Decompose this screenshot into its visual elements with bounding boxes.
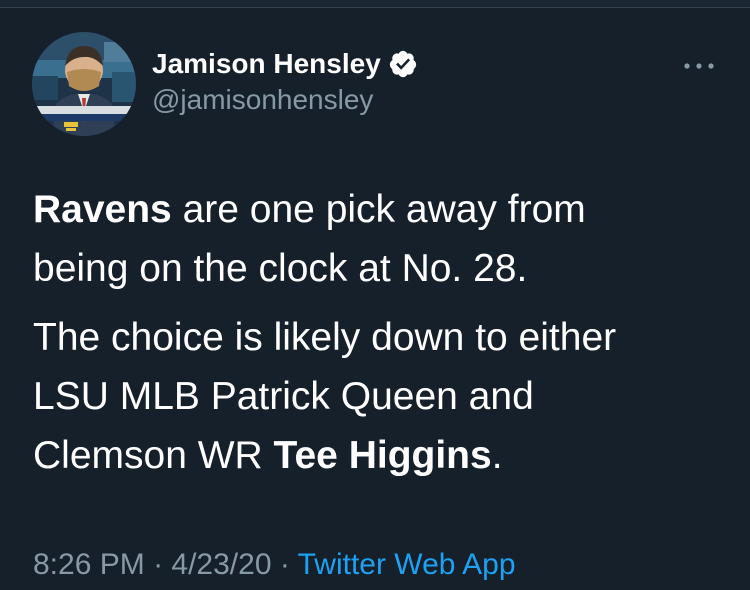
- bold-text: Tee Higgins: [273, 434, 492, 477]
- tweet-text-span: LSU MLB Patrick Queen and: [33, 375, 534, 418]
- tweet-text-span: Clemson WR: [33, 434, 274, 477]
- tweet-meta: 8:26 PM · 4/23/20 · Twitter Web App: [33, 548, 516, 582]
- tweet-paragraph-2: The choice is likely down to either LSU …: [33, 308, 723, 485]
- tweet-source-link[interactable]: Twitter Web App: [298, 548, 516, 581]
- tweet-text-span: are one pick away from: [171, 188, 586, 231]
- top-divider: [0, 0, 750, 8]
- meta-separator: ·: [271, 548, 298, 581]
- author-name-row: Jamison Hensley: [152, 47, 418, 81]
- bold-text: Ravens: [33, 188, 172, 231]
- verified-badge-icon: [389, 50, 416, 78]
- tweet-paragraph-1: Ravens are one pick away from being on t…: [33, 180, 723, 298]
- tweet-text-span: being on the clock at No. 28.: [33, 247, 528, 290]
- tweet-text-span: .: [491, 434, 503, 477]
- tweet-text-span: The choice is likely down to either: [33, 316, 617, 359]
- avatar-image: [32, 32, 136, 136]
- author-display-name[interactable]: Jamison Hensley: [152, 48, 381, 80]
- meta-separator: ·: [144, 548, 172, 581]
- tweet-body: Ravens are one pick away from being on t…: [33, 180, 723, 495]
- author-handle[interactable]: @jamisonhensley: [152, 84, 373, 116]
- tweet-time[interactable]: 8:26 PM: [33, 548, 145, 581]
- avatar[interactable]: [32, 32, 136, 136]
- tweet-date[interactable]: 4/23/20: [171, 548, 271, 581]
- ellipsis-icon[interactable]: [682, 56, 716, 76]
